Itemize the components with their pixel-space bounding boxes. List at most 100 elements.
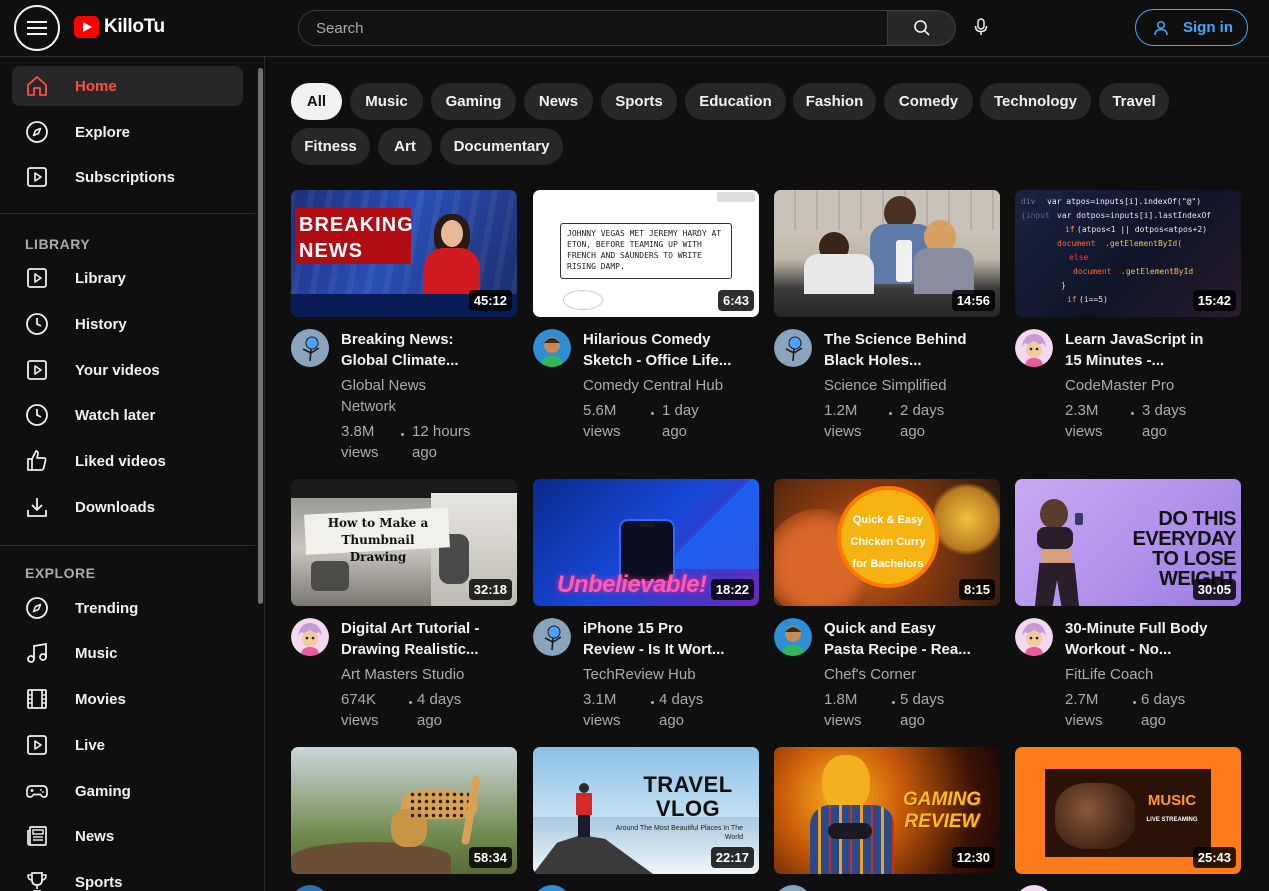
- video-card[interactable]: 58:34: [291, 747, 517, 874]
- video-card[interactable]: BREAKING NEWS 45:12 Breaking News: Global…: [291, 190, 517, 461]
- sidebar-item-live[interactable]: Live: [12, 725, 243, 765]
- chip-comedy[interactable]: Comedy: [884, 83, 973, 120]
- video-card[interactable]: GAMING REVIEW 12:30: [774, 747, 1000, 874]
- chip-music[interactable]: Music: [350, 83, 423, 120]
- channel-name[interactable]: Global News Network: [341, 375, 451, 417]
- chip-travel[interactable]: Travel: [1099, 83, 1169, 120]
- channel-avatar[interactable]: [533, 618, 571, 656]
- video-title[interactable]: The Science Behind Black Holes...: [824, 329, 984, 371]
- video-card[interactable]: TRAVEL VLOG Around The Most Beautiful Pl…: [533, 747, 759, 874]
- video-title[interactable]: Breaking News: Global Climate...: [341, 329, 501, 371]
- video-card[interactable]: Quick & Easy Chicken Curry for Bachelors…: [774, 479, 1000, 729]
- video-thumbnail[interactable]: TRAVEL VLOG Around The Most Beautiful Pl…: [533, 747, 759, 874]
- channel-avatar[interactable]: [533, 329, 571, 367]
- video-title[interactable]: iPhone 15 Pro Review - Is It Wort...: [583, 618, 743, 660]
- sidebar-item-library[interactable]: Library: [12, 258, 243, 298]
- svg-text:document: document: [1073, 267, 1112, 276]
- channel-name[interactable]: Chef's Corner: [824, 664, 984, 685]
- sidebar-item-subscriptions[interactable]: Subscriptions: [12, 157, 243, 197]
- sidebar-item-downloads[interactable]: Downloads: [12, 487, 243, 527]
- chip-news[interactable]: News: [524, 83, 593, 120]
- sidebar-item-liked-videos[interactable]: Liked videos: [12, 441, 243, 481]
- chip-education[interactable]: Education: [685, 83, 786, 120]
- sidebar-item-watch-later[interactable]: Watch later: [12, 395, 243, 435]
- channel-avatar[interactable]: [533, 885, 571, 891]
- sidebar-item-label: Your videos: [75, 361, 160, 379]
- video-title-line: Hilarious Comedy: [583, 331, 711, 348]
- channel-avatar[interactable]: [1015, 618, 1053, 656]
- search-input[interactable]: [316, 11, 871, 45]
- sidebar-item-music[interactable]: Music: [12, 633, 243, 673]
- menu-button[interactable]: [14, 5, 60, 51]
- channel-avatar[interactable]: [1015, 885, 1053, 891]
- video-thumbnail[interactable]: 58:34: [291, 747, 517, 874]
- video-card[interactable]: div var atpos=inputs[i].indexOf("@") {inp…: [1015, 190, 1241, 440]
- sidebar-item-trending[interactable]: Trending: [12, 588, 243, 628]
- video-thumbnail[interactable]: Quick & Easy Chicken Curry for Bachelors…: [774, 479, 1000, 606]
- athlete-top: [1037, 527, 1073, 549]
- view-count: 3.1M views: [583, 691, 621, 729]
- channel-avatar[interactable]: [1015, 329, 1053, 367]
- rock-mound: [291, 842, 451, 874]
- video-thumbnail[interactable]: 14:56: [774, 190, 1000, 317]
- video-title[interactable]: 30-Minute Full Body Workout - No...: [1065, 618, 1225, 660]
- sidebar-item-movies[interactable]: Movies: [12, 679, 243, 719]
- video-card[interactable]: MUSIC LIVE STREAMING 25:43: [1015, 747, 1241, 874]
- channel-name[interactable]: Art Masters Studio: [341, 664, 501, 685]
- upload-age: 6 days ago: [1141, 691, 1186, 729]
- svg-text:.getElementById: .getElementById: [1121, 267, 1193, 276]
- video-thumbnail[interactable]: DO THIS EVERYDAY TO LOSE WEIGHT 30:05: [1015, 479, 1241, 606]
- thumbnail-text: DO THIS EVERYDAY TO LOSE WEIGHT: [1132, 508, 1237, 589]
- chip-fitness[interactable]: Fitness: [291, 128, 370, 165]
- channel-name[interactable]: TechReview Hub: [583, 664, 743, 685]
- video-title[interactable]: Digital Art Tutorial - Drawing Realistic.…: [341, 618, 501, 660]
- video-thumbnail[interactable]: JOHNNY VEGAS MET JEREMY HARDY AT ETON, B…: [533, 190, 759, 317]
- chip-sports[interactable]: Sports: [601, 83, 677, 120]
- video-thumbnail[interactable]: MUSIC LIVE STREAMING 25:43: [1015, 747, 1241, 874]
- sidebar-item-history[interactable]: History: [12, 304, 243, 344]
- chip-art[interactable]: Art: [378, 128, 432, 165]
- compass-icon: [24, 595, 50, 621]
- explore-section-title: EXPLORE: [25, 565, 96, 581]
- chip-gaming[interactable]: Gaming: [431, 83, 516, 120]
- video-card[interactable]: 14:56 The Science Behind Black Holes... S…: [774, 190, 1000, 440]
- channel-name[interactable]: CodeMaster Pro: [1065, 375, 1225, 396]
- sidebar-item-explore[interactable]: Explore: [12, 112, 243, 152]
- chip-technology[interactable]: Technology: [980, 83, 1091, 120]
- channel-avatar[interactable]: [291, 618, 329, 656]
- video-card[interactable]: How to Make a Thumbnail Drawing 32:18 Di…: [291, 479, 517, 729]
- video-card[interactable]: DO THIS EVERYDAY TO LOSE WEIGHT 30:05 30…: [1015, 479, 1241, 729]
- video-title-line: 30-Minute Full Body: [1065, 620, 1208, 637]
- video-card[interactable]: JOHNNY VEGAS MET JEREMY HARDY AT ETON, B…: [533, 190, 759, 440]
- sidebar-item-home[interactable]: Home: [12, 66, 243, 106]
- sidebar-item-news[interactable]: News: [12, 816, 243, 856]
- video-title[interactable]: Hilarious Comedy Sketch - Office Life...: [583, 329, 743, 371]
- video-thumbnail[interactable]: How to Make a Thumbnail Drawing 32:18: [291, 479, 517, 606]
- search-button[interactable]: [887, 10, 956, 46]
- sidebar-item-sports[interactable]: Sports: [12, 862, 243, 891]
- video-title[interactable]: Quick and Easy Pasta Recipe - Rea...: [824, 618, 984, 660]
- video-card[interactable]: Unbelievable! 18:22 iPhone 15 Pro Review …: [533, 479, 759, 729]
- video-title[interactable]: Learn JavaScript in 15 Minutes -...: [1065, 329, 1225, 371]
- chip-documentary[interactable]: Documentary: [440, 128, 563, 165]
- chip-all[interactable]: All: [291, 83, 342, 120]
- sign-in-button[interactable]: Sign in: [1135, 9, 1248, 46]
- sidebar-scrollbar[interactable]: [258, 68, 263, 604]
- video-thumbnail[interactable]: Unbelievable! 18:22: [533, 479, 759, 606]
- video-thumbnail[interactable]: BREAKING NEWS 45:12: [291, 190, 517, 317]
- chip-fashion[interactable]: Fashion: [793, 83, 876, 120]
- voice-search-button[interactable]: [964, 10, 998, 44]
- sidebar-item-your-videos[interactable]: Your videos: [12, 350, 243, 390]
- site-logo[interactable]: KilloTu: [74, 16, 165, 38]
- channel-avatar[interactable]: [291, 329, 329, 367]
- channel-name[interactable]: FitLife Coach: [1065, 664, 1225, 685]
- sidebar-item-gaming[interactable]: Gaming: [12, 771, 243, 811]
- channel-name[interactable]: Comedy Central Hub: [583, 375, 743, 396]
- channel-avatar[interactable]: [774, 885, 812, 891]
- channel-avatar[interactable]: [291, 885, 329, 891]
- video-thumbnail[interactable]: GAMING REVIEW 12:30: [774, 747, 1000, 874]
- channel-avatar[interactable]: [774, 329, 812, 367]
- channel-name[interactable]: Science Simplified: [824, 375, 984, 396]
- video-thumbnail[interactable]: div var atpos=inputs[i].indexOf("@") {inp…: [1015, 190, 1241, 317]
- channel-avatar[interactable]: [774, 618, 812, 656]
